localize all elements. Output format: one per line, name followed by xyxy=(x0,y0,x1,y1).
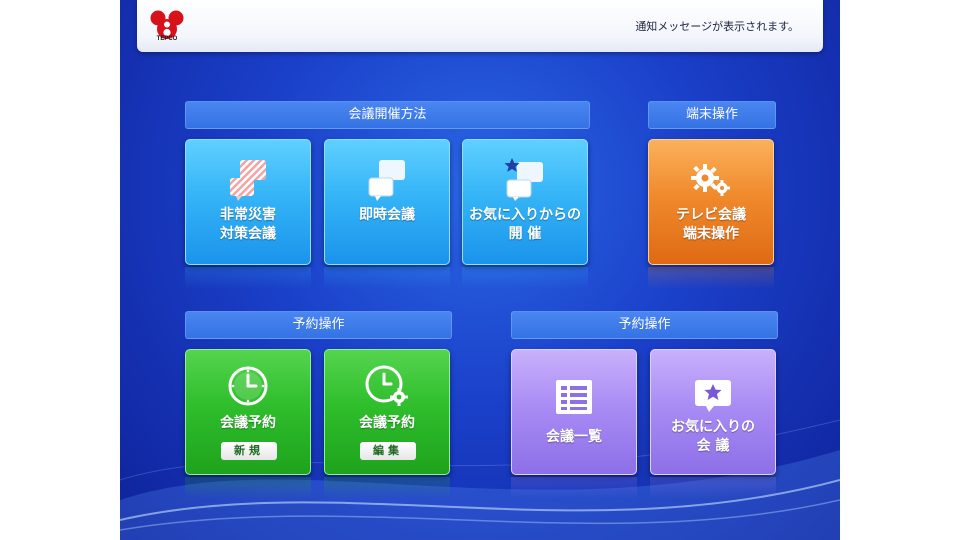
chat-bubbles-striped-icon xyxy=(186,158,310,202)
star-message-icon xyxy=(651,378,775,422)
tile-reflection xyxy=(324,267,450,289)
reserve-edit-badge: 編集 xyxy=(360,442,416,460)
list-icon xyxy=(512,378,636,422)
main-screen: TEPCO 通知メッセージが表示されます。 会議開催方法 端末操作 予約操作 予… xyxy=(120,0,840,540)
meeting-list-button[interactable]: 会議一覧 xyxy=(511,349,637,475)
reserve-new-badge: 新規 xyxy=(221,442,277,460)
favorites-start-label: お気に入りからの 開 催 xyxy=(469,207,581,242)
clock-icon xyxy=(186,364,310,408)
favorites-start-button[interactable]: お気に入りからの 開 催 xyxy=(462,139,588,265)
disaster-meeting-button[interactable]: 非常災害 対策会議 xyxy=(185,139,311,265)
notification-message: 通知メッセージが表示されます。 xyxy=(635,20,799,33)
instant-meeting-label: 即時会議 xyxy=(359,207,415,223)
tv-terminal-button[interactable]: テレビ会議 端末操作 xyxy=(648,139,774,265)
reserve-edit-button[interactable]: 会議予約 編集 xyxy=(324,349,450,475)
reserve-edit-label: 会議予約 xyxy=(359,415,415,431)
star-chat-bubbles-icon xyxy=(463,158,587,202)
header-bar: TEPCO 通知メッセージが表示されます。 xyxy=(137,0,823,52)
meeting-list-label: 会議一覧 xyxy=(546,429,602,445)
tile-reflection xyxy=(511,477,637,499)
logo-text: TEPCO xyxy=(156,36,178,42)
tile-reflection xyxy=(650,477,776,499)
favorite-meetings-button[interactable]: お気に入りの 会 議 xyxy=(650,349,776,475)
section-label-terminal-ops: 端末操作 xyxy=(648,101,776,129)
clock-gear-icon xyxy=(325,364,449,408)
reserve-new-label: 会議予約 xyxy=(220,415,276,431)
favorite-meetings-label: お気に入りの 会 議 xyxy=(671,419,755,454)
tv-terminal-label: テレビ会議 端末操作 xyxy=(676,207,746,242)
tile-reflection xyxy=(185,477,311,499)
tile-reflection xyxy=(185,267,311,289)
section-label-meeting-method: 会議開催方法 xyxy=(185,101,590,129)
disaster-meeting-label: 非常災害 対策会議 xyxy=(220,207,276,242)
tepco-logo xyxy=(147,8,187,48)
chat-bubbles-icon xyxy=(325,158,449,202)
tile-reflection xyxy=(462,267,588,289)
tile-reflection xyxy=(324,477,450,499)
tile-reflection xyxy=(648,267,774,289)
gears-icon xyxy=(649,158,773,202)
instant-meeting-button[interactable]: 即時会議 xyxy=(324,139,450,265)
section-label-reservation-ops-2: 予約操作 xyxy=(511,311,778,339)
section-label-reservation-ops: 予約操作 xyxy=(185,311,452,339)
reserve-new-button[interactable]: 会議予約 新規 xyxy=(185,349,311,475)
